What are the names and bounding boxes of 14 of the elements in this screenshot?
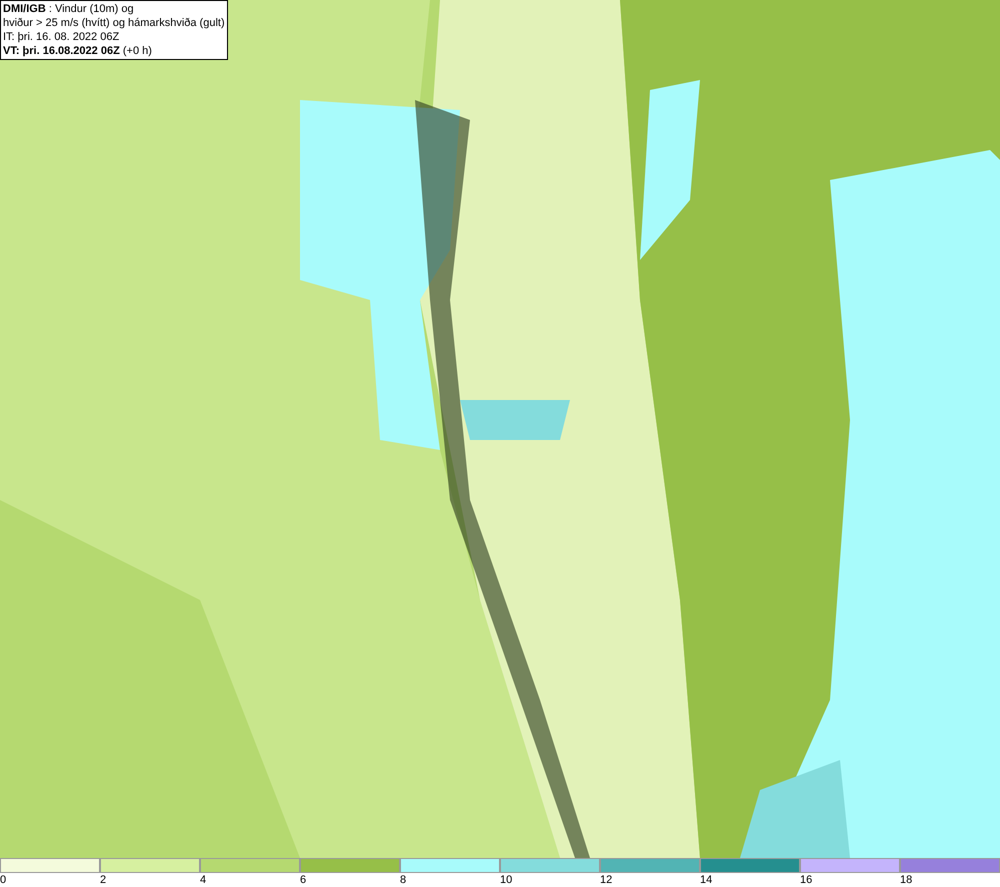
header-line: DMI/IGB : Vindur (10m) og (3, 2, 135, 16)
legend-label: 12 (600, 873, 612, 887)
header-line: hviður > 25 m/s (hvítt) og hámarkshviða (gult) (3, 16, 225, 30)
legend-label: 6 (300, 873, 306, 887)
legend-label: 14 (700, 873, 712, 887)
legend-label: 0 (0, 873, 6, 887)
legend-label: 4 (200, 873, 206, 887)
legend-label: 2 (100, 873, 106, 887)
legend-label: 8 (400, 873, 406, 887)
header-line: VT: þri. 16.08.2022 06Z (+0 h) (3, 44, 153, 58)
header-line: IT: þri. 16. 08. 2022 06Z (3, 30, 120, 44)
legend-label: 18 (900, 873, 912, 887)
legend-label: 16 (800, 873, 812, 887)
legend-label: 10 (500, 873, 512, 887)
